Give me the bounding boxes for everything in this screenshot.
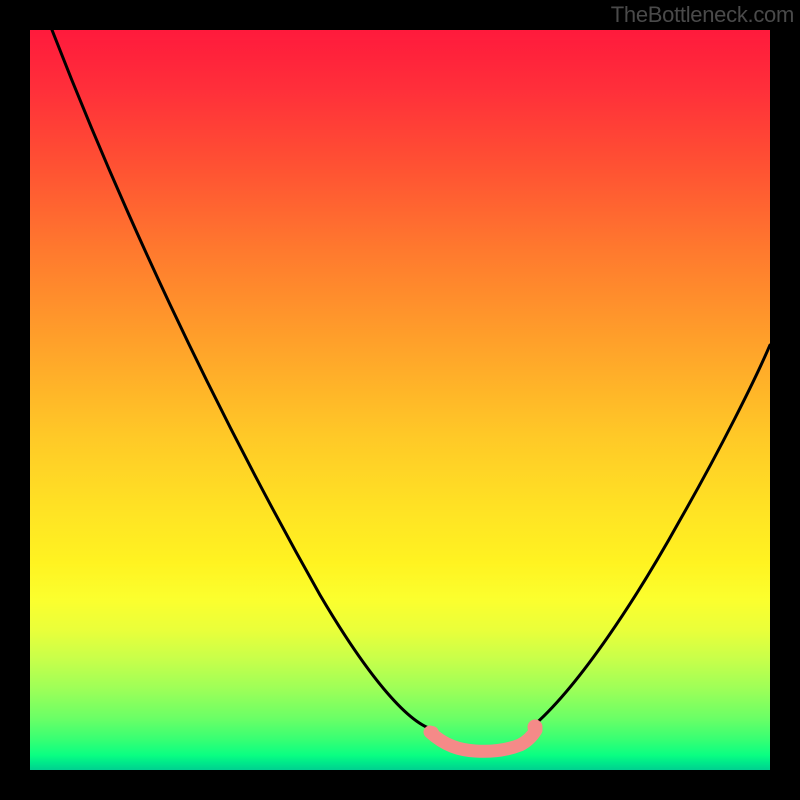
flat-segment-line xyxy=(430,730,536,751)
curve-overlay xyxy=(30,30,770,770)
plot-area xyxy=(30,30,770,770)
flat-segment-start-dot xyxy=(425,726,439,740)
attribution-text: TheBottleneck.com xyxy=(611,2,794,28)
flat-segment-end-dot xyxy=(528,720,543,735)
chart-frame: TheBottleneck.com xyxy=(0,0,800,800)
v-curve-right xyxy=(532,345,770,727)
v-curve-left xyxy=(52,30,435,730)
